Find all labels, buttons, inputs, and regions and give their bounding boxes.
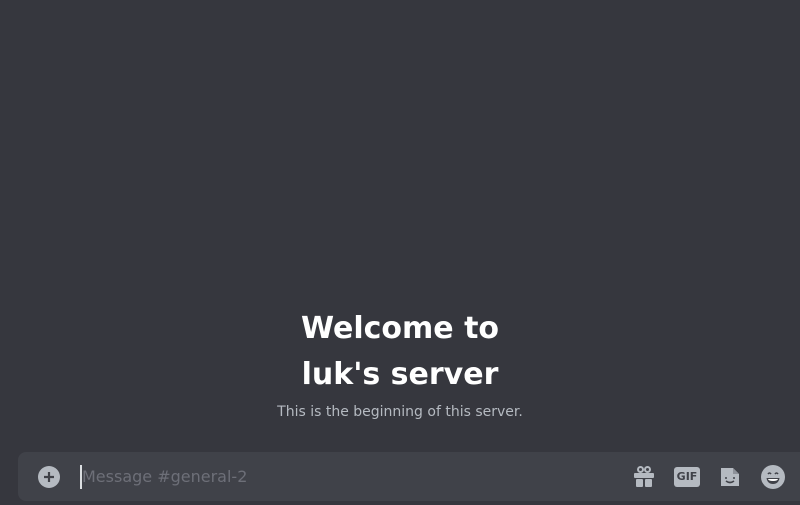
gift-button[interactable] (631, 464, 657, 490)
plus-circle-icon (44, 471, 54, 482)
welcome-title-line1: Welcome to (300, 311, 500, 346)
sticker-icon (721, 467, 739, 486)
sticker-button[interactable] (717, 464, 743, 490)
gift-icon (634, 465, 654, 487)
gif-icon: GIF (674, 466, 700, 487)
emoji-icon (761, 464, 785, 489)
message-composer: GIF (18, 452, 800, 501)
welcome-subtitle: This is the beginning of this server. (277, 404, 523, 420)
gif-button[interactable]: GIF (674, 464, 700, 490)
add-attachment-button[interactable] (38, 465, 60, 488)
welcome-title-line2: luk's server (301, 357, 499, 392)
emoji-button[interactable] (760, 464, 786, 490)
channel-welcome: Welcome to luk's server This is the begi… (0, 306, 800, 420)
message-input[interactable] (80, 464, 631, 489)
